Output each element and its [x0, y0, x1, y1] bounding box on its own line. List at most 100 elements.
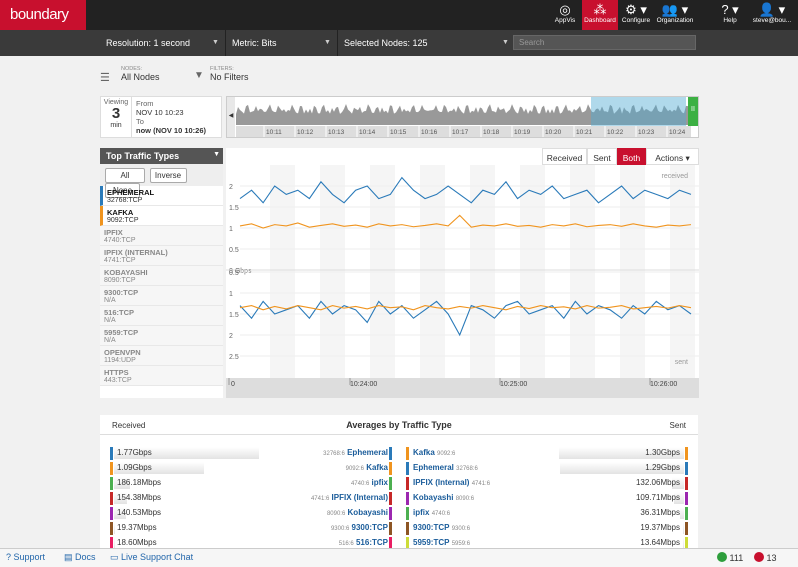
y-tick-label: 0.5	[229, 247, 239, 254]
traffic-type-item[interactable]: 9300:TCP N/A	[100, 286, 223, 306]
support-link[interactable]: ? Support	[6, 552, 45, 562]
metric-dropdown[interactable]: Metric: Bits ▼	[226, 30, 338, 56]
traffic-type-item[interactable]: 516:TCP N/A	[100, 306, 223, 326]
gear-icon: ⚙ ▾	[625, 2, 647, 17]
nodes-selector[interactable]: ☰ NODES: All Nodes	[100, 66, 160, 84]
color-swatch	[389, 477, 392, 490]
nav-configure[interactable]: ⚙ ▾ Configure	[618, 0, 654, 30]
traffic-type-name: 9300:TCP	[104, 288, 139, 297]
viewing-minutes: 3	[111, 105, 121, 122]
traffic-type-port: 9092:TCP	[107, 217, 139, 224]
y-tick-label: 0.5	[229, 270, 239, 277]
both-toggle[interactable]: Both	[617, 148, 646, 165]
average-row[interactable]: Kobayashi 8090:6 109.71Mbps	[406, 492, 688, 505]
traffic-type-item[interactable]: OPENVPN 1194:UDP	[100, 346, 223, 366]
average-port: 32768:6	[323, 451, 345, 457]
average-row[interactable]: Ephemeral 32768:6 1.29Gbps	[406, 462, 688, 475]
select-all-button[interactable]: All	[105, 168, 145, 183]
nav-help[interactable]: ? ▾ Help	[716, 0, 744, 30]
average-port: 9092:6	[345, 466, 364, 472]
average-value: 13.64Mbps	[640, 538, 680, 547]
filters-selector[interactable]: ▼ FILTERS: No Filters	[194, 66, 249, 82]
timeline-tick-label: 10:18	[483, 129, 500, 136]
traffic-type-item[interactable]: 5959:TCP N/A	[100, 326, 223, 346]
nav-dashboard[interactable]: ⁂ Dashboard	[582, 0, 618, 30]
average-value: 1.09Gbps	[117, 463, 152, 472]
x-tick-label: 10:25:00	[500, 381, 527, 388]
average-name: Kafka	[413, 448, 435, 457]
footer-bar: ? Support ▤ Docs ▭ Live Support Chat 111…	[0, 548, 798, 567]
appvis-icon: ◎	[559, 2, 571, 17]
sent-toggle[interactable]: Sent	[587, 148, 617, 165]
timeline-tick-label: 10:16	[421, 129, 438, 136]
average-bar	[682, 522, 684, 534]
boundary-logo[interactable]: boundary	[0, 0, 86, 30]
traffic-type-item[interactable]: HTTPS 443:TCP	[100, 366, 223, 386]
average-row[interactable]: ipfix 4740:6 36.31Mbps	[406, 507, 688, 520]
nav-user-menu[interactable]: 👤 ▾ steve@bou...	[748, 0, 796, 30]
average-port: 4741:6	[471, 481, 491, 487]
docs-link[interactable]: ▤ Docs	[64, 552, 96, 563]
received-chart-label: received	[662, 173, 689, 180]
alert-count[interactable]: 13	[754, 552, 777, 563]
average-row[interactable]: 9300:TCP 9300:6 19.37Mbps	[406, 522, 688, 535]
color-swatch	[110, 447, 113, 460]
color-swatch	[685, 477, 688, 490]
average-row[interactable]: 19.37Mbps 9300:6 9300:TCP	[110, 522, 392, 535]
average-row[interactable]: 154.38Mbps 4741:6 IPFIX (Internal)	[110, 492, 392, 505]
y-tick-label: 1	[229, 291, 233, 298]
nav-appvis[interactable]: ◎ AppVis	[548, 0, 582, 30]
color-swatch	[389, 462, 392, 475]
average-row[interactable]: 140.53Mbps 8090:6 Kobayashi	[110, 507, 392, 520]
x-tick-label: 10:24:00	[350, 381, 377, 388]
average-name: Kafka	[366, 463, 388, 472]
live-chat-link[interactable]: ▭ Live Support Chat	[110, 552, 193, 563]
question-icon: ?	[6, 552, 12, 562]
average-port: 9300:6	[330, 526, 350, 532]
sent-chart-label: sent	[675, 359, 688, 366]
received-toggle[interactable]: Received	[542, 148, 587, 165]
traffic-type-port: 4741:TCP	[104, 257, 136, 264]
timeline-tick-label: 10:17	[452, 129, 469, 136]
healthy-count[interactable]: 111	[717, 552, 743, 563]
y-tick-label: 2	[229, 333, 233, 340]
traffic-type-port: 4740:TCP	[104, 237, 136, 244]
traffic-type-name: HTTPS	[104, 368, 129, 377]
color-swatch	[389, 492, 392, 505]
average-row[interactable]: 1.09Gbps 9092:6 Kafka	[110, 462, 392, 475]
chevron-down-icon: ▼	[324, 39, 331, 46]
average-row[interactable]: IPFIX (Internal) 4741:6 132.06Mbps	[406, 477, 688, 490]
inverse-button[interactable]: Inverse	[149, 168, 187, 183]
selected-nodes-dropdown[interactable]: Selected Nodes: 125 ▼	[338, 30, 510, 56]
traffic-type-item[interactable]: IPFIX (INTERNAL) 4741:TCP	[100, 246, 223, 266]
average-name: 9300:TCP	[351, 523, 388, 532]
organization-icon: 👥 ▾	[661, 2, 689, 17]
resolution-dropdown[interactable]: Resolution: 1 second ▼	[100, 30, 226, 56]
timeline-overview[interactable]: ◀ 10:11 10:12 10:13 10:14 10:15 10:16 10:17 10:…	[226, 96, 699, 138]
timeline-tick-label: 10:20	[545, 129, 562, 136]
nav-organization[interactable]: 👥 ▾ Organization	[654, 0, 696, 30]
traffic-type-item[interactable]: KOBAYASHI 8090:TCP	[100, 266, 223, 286]
timeline-left-handle[interactable]: ◀	[227, 97, 235, 137]
viewing-range[interactable]: Viewing 3 min From NOV 10 10:23 To now (…	[100, 96, 222, 138]
traffic-type-item[interactable]: KAFKA 9092:TCP	[100, 206, 223, 226]
chat-icon: ▭	[110, 552, 119, 562]
traffic-types-dropdown[interactable]: Top Traffic Types ▼	[100, 148, 223, 164]
traffic-type-item[interactable]: EPHEMERAL 32768:TCP	[100, 186, 223, 206]
average-name: IPFIX (Internal)	[413, 478, 470, 487]
to-time: now (NOV 10 10:26)	[136, 126, 207, 135]
x-axis-bar	[226, 378, 699, 398]
actions-dropdown[interactable]: Actions ▾	[646, 148, 699, 165]
color-swatch	[406, 447, 409, 460]
traffic-type-item[interactable]: IPFIX 4740:TCP	[100, 226, 223, 246]
timeline-tick-label: 10:12	[297, 129, 314, 136]
timeline-selection[interactable]	[591, 97, 686, 126]
average-row[interactable]: 186.18Mbps 4740:6 ipfix	[110, 477, 392, 490]
pause-button[interactable]: II	[688, 97, 698, 126]
search-input[interactable]: Search	[513, 35, 696, 50]
average-name: Ephemeral	[347, 448, 388, 457]
average-row[interactable]: 1.77Gbps 32768:6 Ephemeral	[110, 447, 392, 460]
average-row[interactable]: Kafka 9092:6 1.30Gbps	[406, 447, 688, 460]
average-value: 1.77Gbps	[117, 448, 152, 457]
color-swatch	[389, 507, 392, 520]
